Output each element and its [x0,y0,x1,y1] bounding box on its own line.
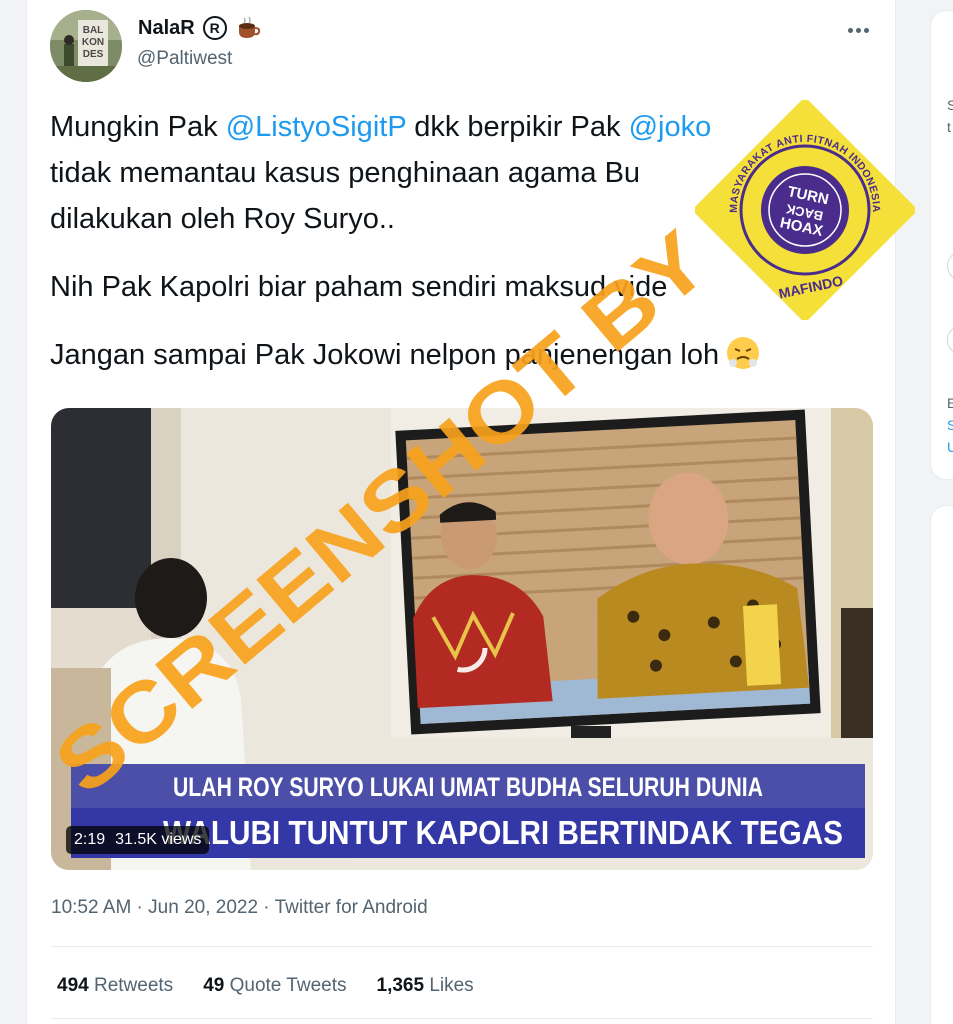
divider [51,1018,873,1019]
sidebar-fragment: E [947,395,953,411]
engagement-stats: 494 Retweets 49 Quote Tweets 1,365 Likes [57,975,474,997]
likes-label: Likes [429,975,474,996]
avatar-image: BAL KON DES [50,10,122,82]
video-duration: 2:19 [74,831,106,848]
video-thumbnail: ULAH ROY SURYO LUKAI UMAT BUDHA SELURUH … [51,408,873,870]
headline-bottom-text: WALUBI TUNTUT KAPOLRI BERTINDAK TEGAS [163,814,843,851]
author-handle[interactable]: @Paltiwest [137,48,232,70]
author-avatar[interactable]: BAL KON DES [50,10,122,82]
tweet-text-segment: dkk berpikir Pak [406,111,629,143]
coffee-cup-icon [235,16,261,40]
sidebar-avatar-icon[interactable] [947,251,953,281]
video-duration-badge: 2:19 31.5K views [66,826,210,854]
retweets-stat[interactable]: 494 Retweets [57,975,173,997]
retweets-count: 494 [57,975,89,996]
tweet-text-segment: tidak memantau kasus penghinaan agama Bu [50,157,641,189]
author-name-row[interactable]: NalaR R [138,16,261,40]
tweet-text-segment: Jangan sampai Pak Jokowi nelpon panjenen… [50,339,728,371]
sidebar-link-fragment[interactable]: S [947,417,953,433]
retweets-label: Retweets [93,975,174,996]
divider [51,946,873,947]
turnbackhoax-stamp: MASYARAKAT ANTI FITNAH INDONESIA TURN BA… [691,96,919,324]
quote-tweets-label: Quote Tweets [229,975,347,996]
likes-count: 1,365 [376,975,425,996]
likes-stat[interactable]: 1,365 Likes [377,975,474,997]
more-options-icon[interactable] [848,28,869,33]
registered-icon: R [202,16,227,40]
mention-link[interactable]: @ListyoSigitP [226,111,406,143]
sidebar-avatar-icon[interactable] [947,325,953,355]
right-sidebar-panel: S t E S U [930,10,953,480]
tweet-text-line: Jangan sampai Pak Jokowi nelpon panjenen… [50,332,830,378]
sidebar-fragment: S [947,97,953,113]
headline-top-text: ULAH ROY SURYO LUKAI UMAT BUDHA SELURUH … [173,772,763,802]
tweet-text-segment: Mungkin Pak [50,111,226,143]
avatar-sign-text: BAL [83,25,104,36]
tweet-text-segment: Nih Pak Kapolri biar paham sendiri maksu… [50,271,668,303]
quote-tweets-count: 49 [203,975,225,996]
sidebar-fragment: t [947,119,951,135]
video-views: 31.5K views [115,831,202,848]
right-sidebar-panel-2 [930,505,953,1024]
tweet-timestamp[interactable]: 10:52 AM · Jun 20, 2022 · Twitter for An… [51,897,428,919]
sidebar-link-fragment[interactable]: U [947,439,953,455]
quote-tweets-stat[interactable]: 49 Quote Tweets [203,975,346,997]
avatar-sign-text: DES [83,49,104,60]
video-player[interactable]: ULAH ROY SURYO LUKAI UMAT BUDHA SELURUH … [51,408,873,870]
author-name[interactable]: NalaR [138,17,195,40]
steaming-face-emoji-icon [727,337,760,369]
avatar-sign-text: KON [82,37,104,48]
tweet-text-segment: dilakukan oleh Roy Suryo.. [50,203,395,235]
